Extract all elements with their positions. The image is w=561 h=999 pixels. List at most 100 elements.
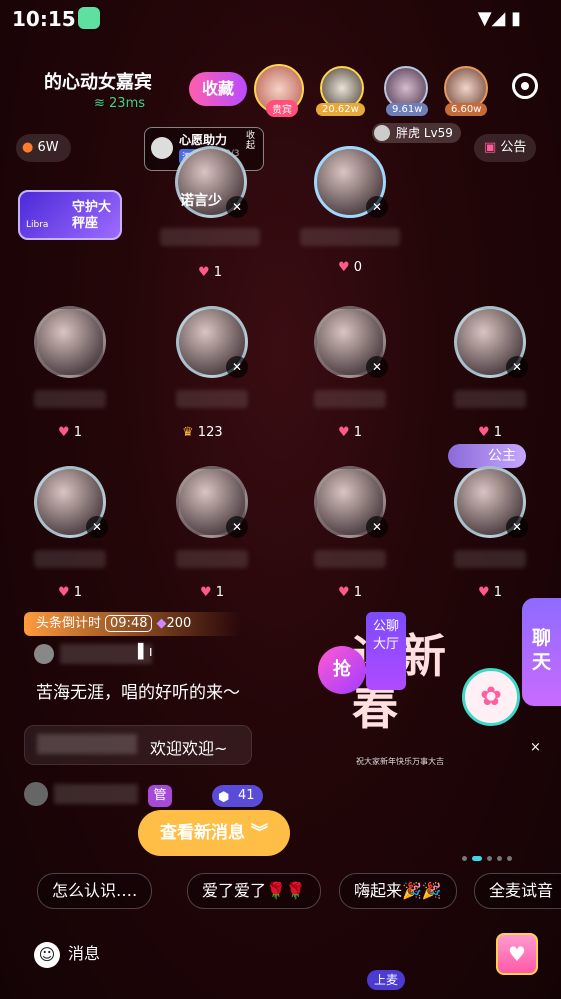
top-guest-avatar[interactable]: 贵宾 <box>254 64 304 117</box>
popularity-stat[interactable]: ● 6W <box>16 134 71 162</box>
top-user-value: 6.60w <box>445 103 488 116</box>
avatar <box>151 137 173 159</box>
seat-name <box>314 550 386 568</box>
heart-icon: ♥ <box>478 425 490 440</box>
mic-muted-icon: ✕ <box>366 516 388 538</box>
seat-name <box>454 390 526 408</box>
public-hall-tab[interactable]: 公聊大厅 <box>366 612 406 690</box>
libra-label: 守护大秤座 <box>72 200 112 231</box>
heart-icon: ♥ <box>58 585 70 600</box>
host-tag[interactable]: 胖虎 Lv59 <box>372 123 461 143</box>
announcement-button[interactable]: ▣ 公告 <box>474 134 537 162</box>
avatar <box>374 125 390 141</box>
seat-likes: ♥ 0 <box>338 260 363 275</box>
level-badge: ⬢ 41 <box>212 785 263 807</box>
calendar-icon: ▣ <box>484 140 501 155</box>
seat-name <box>176 390 248 408</box>
seat-likes: ♥ 1 <box>338 585 363 600</box>
seat-likes: ♥ 1 <box>478 425 503 440</box>
avatar <box>24 782 48 806</box>
heart-icon: ♥ <box>58 425 70 440</box>
avatar <box>34 644 54 664</box>
voice-icon: ▌ı <box>138 644 153 660</box>
collapse-wish-button[interactable]: 收起 <box>246 131 256 151</box>
welcomed-user <box>37 734 137 754</box>
seat-name <box>300 228 400 246</box>
banner-pagination <box>462 846 517 865</box>
quick-reply-2[interactable]: 爱了爱了🌹🌹 <box>187 873 321 909</box>
mic-muted-icon: ✕ <box>226 516 248 538</box>
mic-muted-icon: ✕ <box>226 196 248 218</box>
mic-seat-1[interactable] <box>34 306 106 378</box>
mic-muted-icon: ✕ <box>226 356 248 378</box>
mic-muted-icon: ✕ <box>366 356 388 378</box>
seat-likes: ♥ 1 <box>478 585 503 600</box>
chat-message: 苦海无涯，唱的好听的来～ <box>36 683 240 703</box>
heart-icon: ♥ <box>338 425 350 440</box>
network-ping: ≋ 23ms <box>94 96 146 111</box>
view-new-messages-button[interactable]: 查看新消息 ︾ <box>138 810 290 856</box>
seat-name <box>160 228 260 246</box>
seat-likes: ♥ 1 <box>198 265 223 280</box>
heart-icon: ♥ <box>478 585 490 600</box>
top-user-3[interactable]: 6.60w <box>444 66 488 116</box>
flower-gift-icon[interactable]: ✿ <box>462 668 520 726</box>
exit-room-icon[interactable] <box>512 73 538 99</box>
status-bar: 10:15 ▼◢ ▮ <box>0 0 561 38</box>
heart-icon: ♥ <box>338 260 350 275</box>
guest-badge: 贵宾 <box>266 100 298 117</box>
top-user-2[interactable]: 9.61w <box>384 66 429 116</box>
mic-up-button[interactable]: 上麦 <box>367 970 405 990</box>
welcome-text: 欢迎欢迎~ <box>150 739 228 758</box>
shield-icon: ⬢ <box>218 790 230 805</box>
seat-likes: ♛ 123 <box>182 425 223 440</box>
seat-likes: ♥ 1 <box>338 425 363 440</box>
gift-icon[interactable]: ♥ <box>496 933 538 975</box>
heart-icon: ♥ <box>200 585 212 600</box>
heart-icon: ♥ <box>198 265 210 280</box>
countdown-time: 09:48 <box>105 615 153 632</box>
emoji-icon: ☺ <box>34 941 60 968</box>
chevron-down-icon: ︾ <box>250 823 268 843</box>
close-banner-icon[interactable]: × <box>530 740 541 755</box>
mic-muted-icon: ✕ <box>86 516 108 538</box>
diamond-icon: ◆ <box>156 616 167 631</box>
banner-subtitle: 祝大家新年快乐万事大吉 <box>356 757 444 766</box>
grab-button[interactable]: 抢 <box>318 646 366 694</box>
fire-icon: ● <box>22 140 34 155</box>
mic-muted-icon: ✕ <box>366 196 388 218</box>
admin-name <box>54 784 138 804</box>
libra-guard-badge[interactable]: Libra 守护大秤座 <box>18 190 122 240</box>
seat-likes: ♥ 1 <box>200 585 225 600</box>
collect-button[interactable]: 收藏 <box>189 72 247 106</box>
top-user-value: 9.61w <box>386 103 429 116</box>
wish-title: 心愿助力 <box>179 133 228 147</box>
quick-reply-3[interactable]: 嗨起来🎉🎉 <box>339 873 457 909</box>
wifi-icon: ≋ <box>94 96 110 111</box>
seat-likes: ♥ 1 <box>58 425 83 440</box>
quick-reply-4[interactable]: 全麦试音 <box>474 873 561 909</box>
app-notification-icon <box>78 7 100 29</box>
libra-sign: Libra <box>26 220 49 230</box>
top-user-value: 20.62w <box>316 103 365 116</box>
seat-name-overlay: 诺言少 <box>180 193 222 209</box>
clock: 10:15 <box>12 7 76 31</box>
side-chat-button[interactable]: 聊天 <box>522 598 561 706</box>
system-status-icons: ▼◢ ▮ <box>477 8 521 29</box>
headline-countdown[interactable]: 头条倒计时 09:48 ◆200 <box>24 612 240 636</box>
seat-name <box>314 390 386 408</box>
mic-muted-icon: ✕ <box>506 356 528 378</box>
seat-name <box>176 550 248 568</box>
seat-likes: ♥ 1 <box>58 585 83 600</box>
admin-badge: 管 <box>148 785 172 807</box>
seat-name <box>34 550 106 568</box>
crown-icon: ♛ <box>182 425 194 440</box>
message-input-button[interactable]: ☺ 消息 <box>34 940 100 968</box>
princess-tag: 公主 <box>448 444 526 468</box>
seat-name <box>34 390 106 408</box>
room-title[interactable]: 的心动女嘉宾 <box>44 68 152 94</box>
quick-reply-1[interactable]: 怎么认识‥‥ <box>37 873 153 909</box>
seat-name <box>454 550 526 568</box>
mic-muted-icon: ✕ <box>506 516 528 538</box>
top-user-1[interactable]: 20.62w <box>316 66 365 116</box>
